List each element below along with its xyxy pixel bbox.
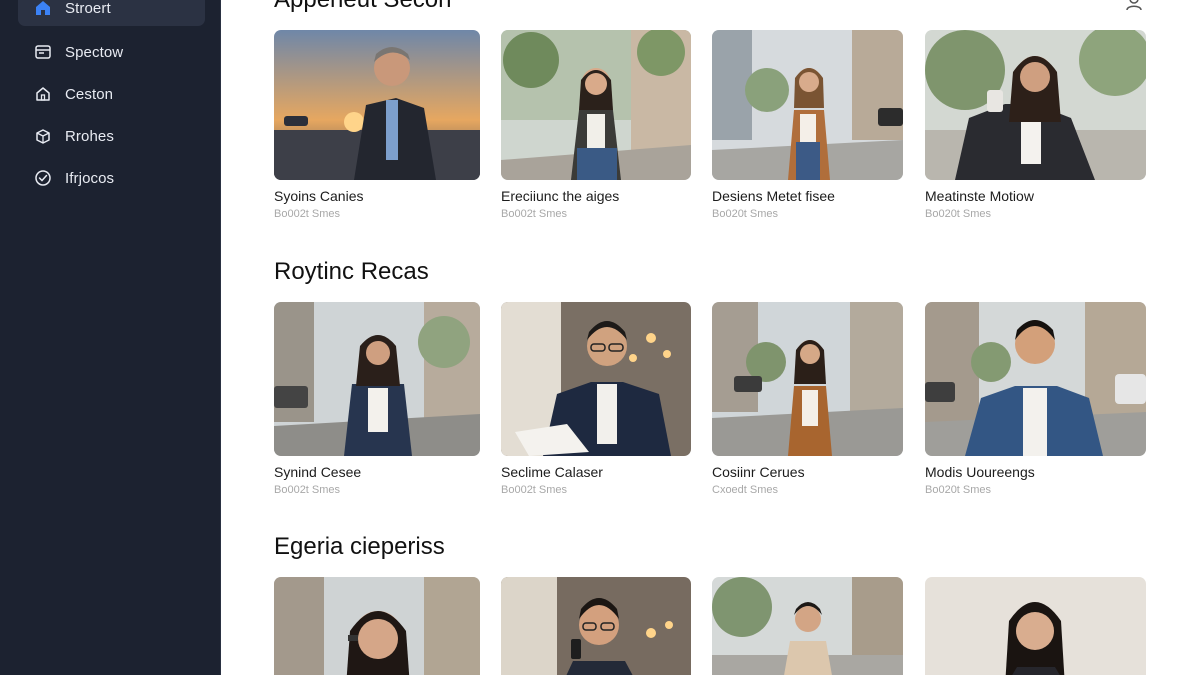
card-title: Ereciiunc the aiges [501, 188, 620, 204]
card-title: Cosiinr Cerues [712, 464, 805, 480]
sidebar-item-spectow[interactable]: Spectow [18, 34, 205, 70]
sidebar-item-ceston[interactable]: Ceston [18, 76, 205, 112]
page-title: Appeneut Secon [274, 0, 451, 14]
photo-thumbnail [712, 577, 903, 675]
card-meta: Bo002t Smes [501, 208, 568, 220]
photo-card[interactable]: Syoins Canies Bo002t Smes [274, 30, 480, 220]
card-meta: Bo002t Smes [274, 208, 341, 220]
photo-thumbnail [274, 302, 480, 456]
card-meta: Bo020t Smes [712, 208, 779, 220]
card-meta: Bo002t Smes [274, 484, 341, 496]
sidebar-item-label: Ceston [65, 85, 114, 103]
photo-card[interactable]: Meatinste Motiow Bo020t Smes [925, 30, 1146, 220]
photo-card[interactable]: Ereciiunc the aiges Bo002t Smes [501, 30, 691, 220]
sidebar-item-label: Rrohes [65, 127, 114, 145]
card-title: Modis Uoureengs [925, 464, 1035, 480]
sidebar-item-label: Stroert [65, 0, 111, 17]
photo-thumbnail [925, 577, 1146, 675]
box-icon [33, 126, 53, 146]
main-content: Appeneut Secon Syoins Canies Bo002t Smes [222, 0, 1200, 675]
card-title: Synind Cesee [274, 464, 362, 480]
sidebar-item-label: Ifrjocos [65, 169, 115, 187]
photo-card[interactable]: Synind Cesee Bo002t Smes [274, 302, 480, 496]
browser-window-icon [33, 42, 53, 62]
photo-thumbnail [501, 577, 691, 675]
app-window: Stroert Spectow Ceston Rrohes Ifrjocos S… [0, 0, 1200, 675]
photo-thumbnail [712, 30, 903, 180]
photo-card[interactable] [501, 577, 691, 675]
photo-thumbnail [501, 302, 691, 456]
card-meta: Cxoedt Smes [712, 484, 779, 496]
card-title: Meatinste Motiow [925, 188, 1034, 204]
photo-thumbnail [925, 302, 1146, 456]
photo-thumbnail [274, 577, 480, 675]
card-meta: Bo020t Smes [925, 208, 992, 220]
photo-card[interactable]: Cosiinr Cerues Cxoedt Smes [712, 302, 903, 496]
photo-thumbnail [925, 30, 1146, 180]
card-meta: Bo002t Smes [501, 484, 568, 496]
photo-card[interactable]: Modis Uoureengs Bo020t Smes [925, 302, 1146, 496]
shield-check-icon [33, 168, 53, 188]
photo-card[interactable] [274, 577, 480, 675]
card-title: Desiens Metet fisee [712, 188, 835, 204]
photo-card[interactable]: Seclime Calaser Bo002t Smes [501, 302, 691, 496]
photo-card[interactable] [925, 577, 1146, 675]
section-title: Roytinc Recas [274, 258, 429, 285]
card-title: Seclime Calaser [501, 464, 603, 480]
photo-thumbnail [274, 30, 480, 180]
photo-card[interactable]: Desiens Metet fisee Bo020t Smes [712, 30, 903, 220]
sidebar-item-stroert[interactable]: Stroert [18, 0, 205, 26]
photo-thumbnail [501, 30, 691, 180]
sidebar: Stroert Spectow Ceston Rrohes Ifrjocos [0, 0, 221, 675]
sidebar-item-rrohes[interactable]: Rrohes [18, 118, 205, 154]
user-icon[interactable] [1124, 0, 1144, 12]
photo-card[interactable] [712, 577, 903, 675]
photo-thumbnail [712, 302, 903, 456]
sidebar-item-ifrjocos[interactable]: Ifrjocos [18, 160, 205, 196]
home-icon [33, 0, 53, 18]
section-title: Egeria cieperiss [274, 533, 445, 560]
house-outline-icon [33, 84, 53, 104]
card-title: Syoins Canies [274, 188, 364, 204]
card-meta: Bo020t Smes [925, 484, 992, 496]
sidebar-item-label: Spectow [65, 43, 124, 61]
